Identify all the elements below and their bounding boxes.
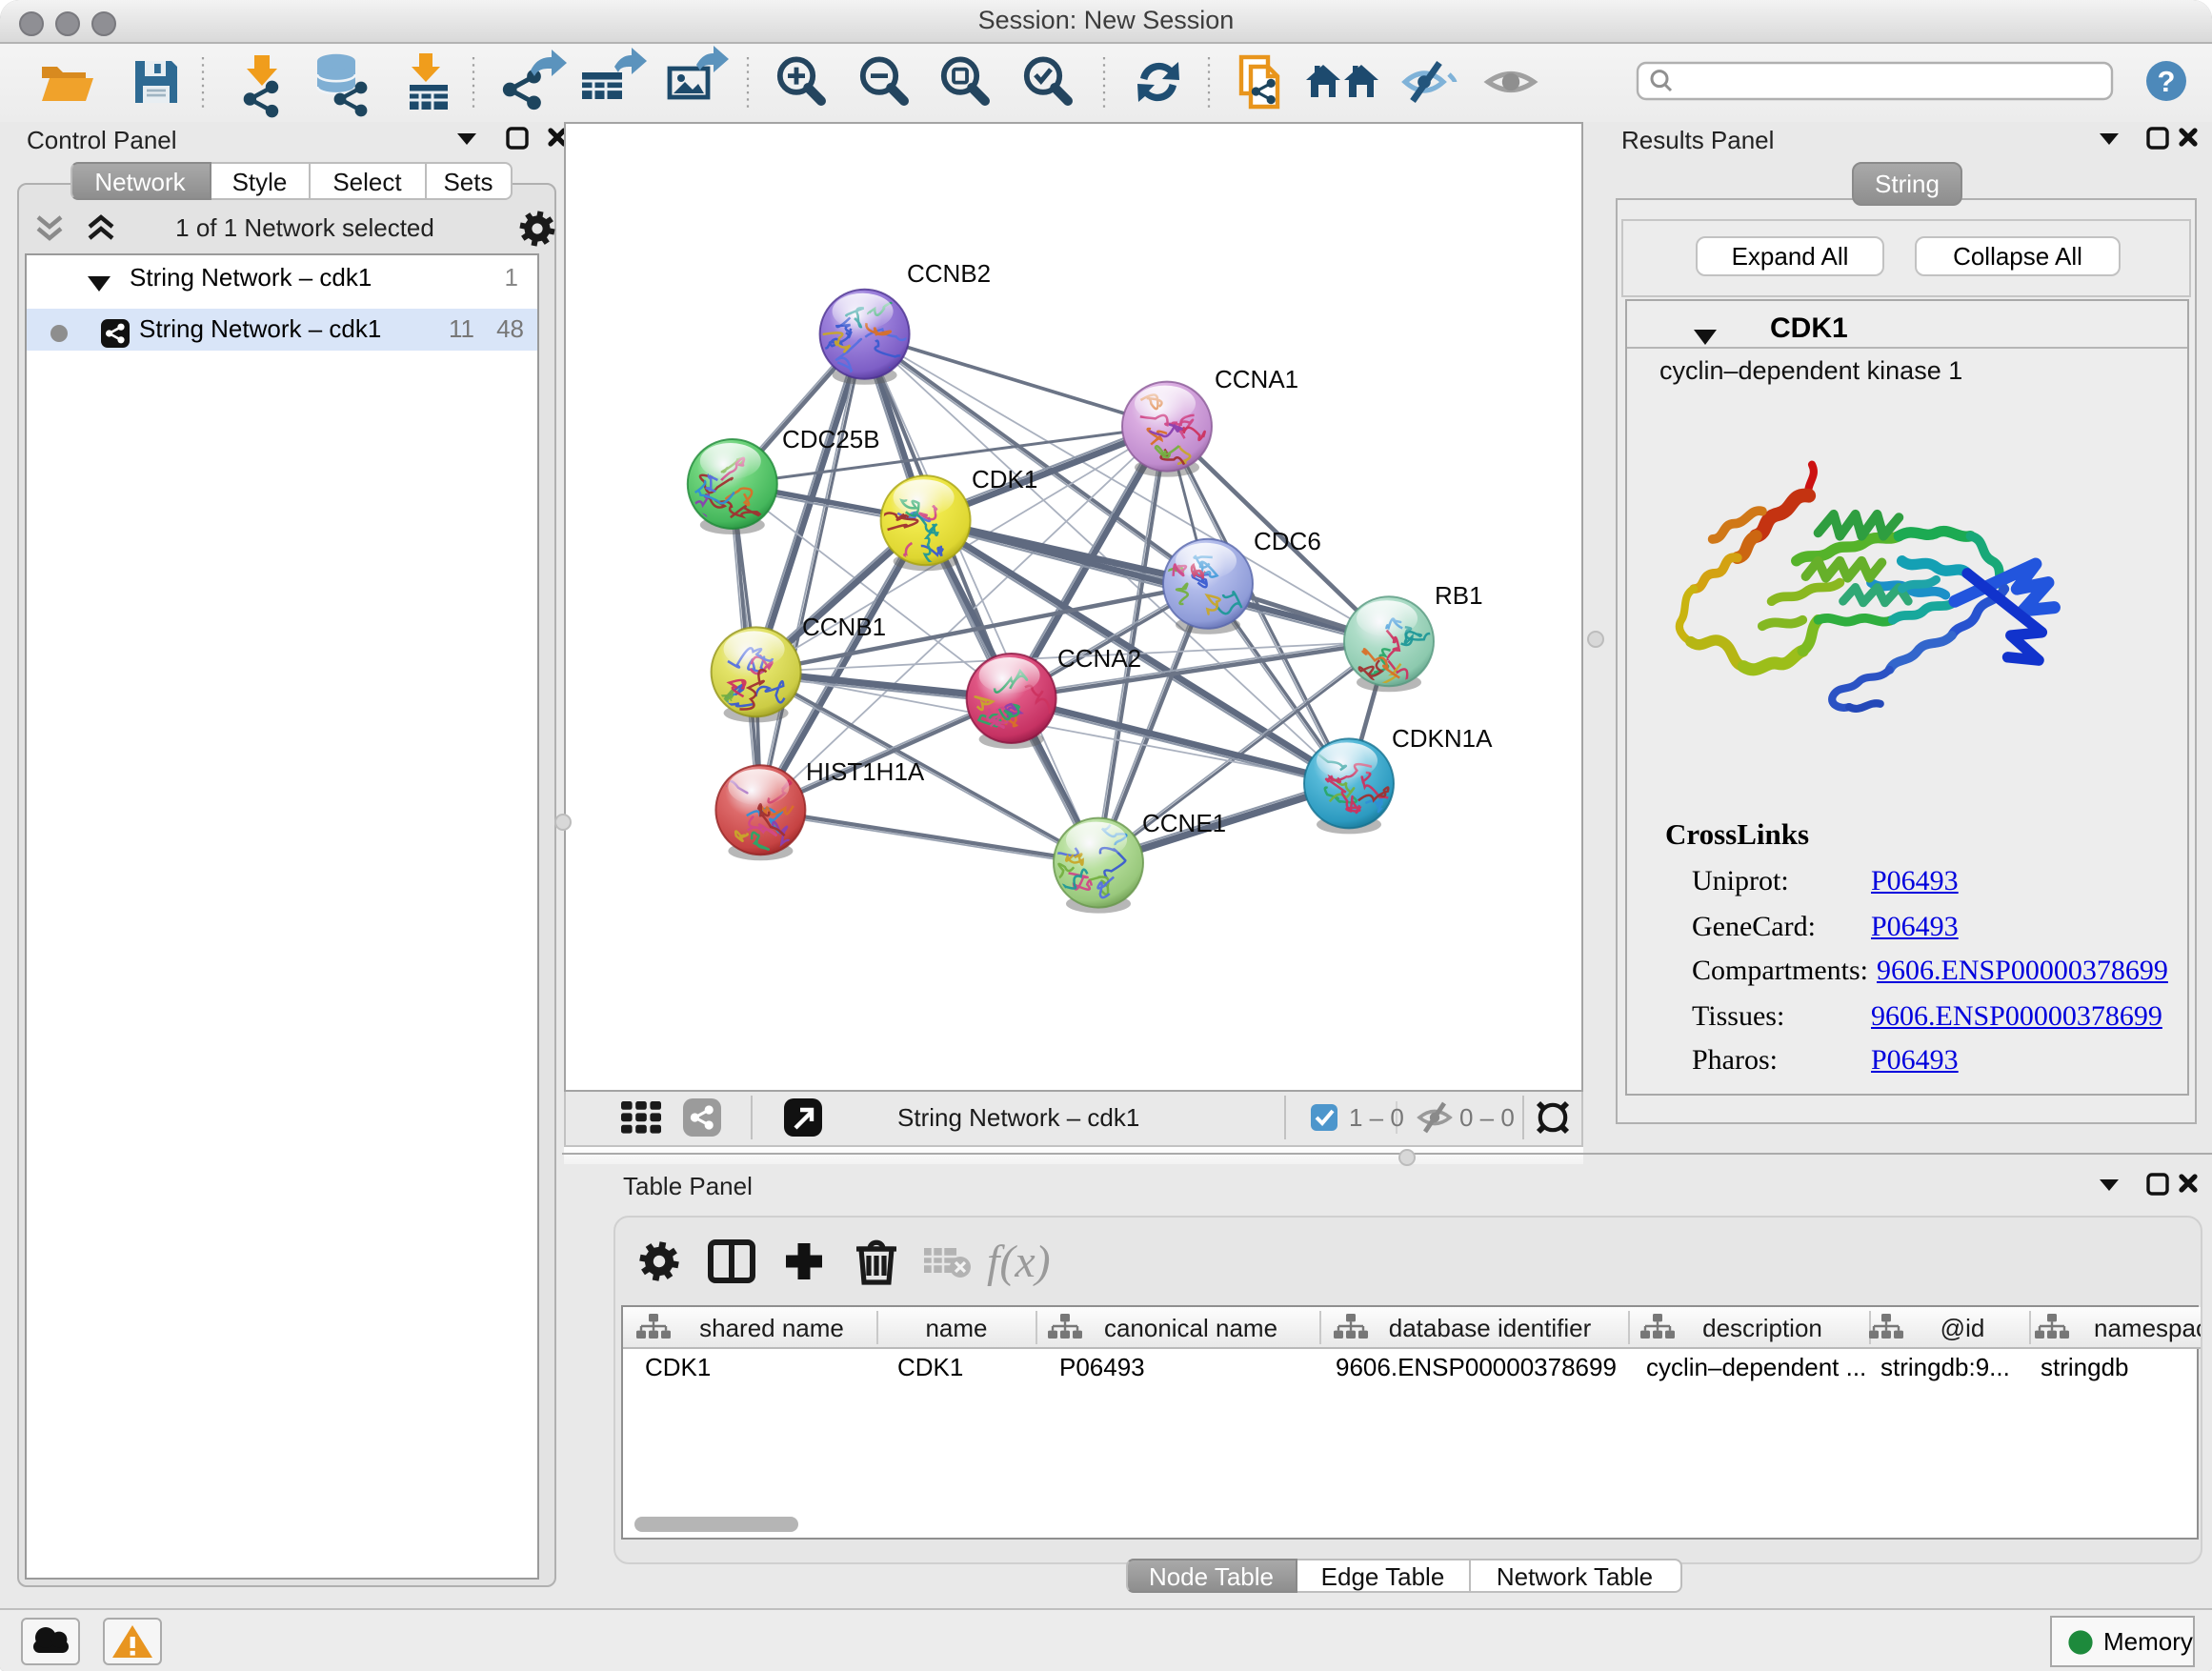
svg-text:String Network – cdk1: String Network – cdk1 (897, 1103, 1139, 1132)
svg-text:?: ? (2158, 65, 2176, 98)
svg-text:canonical name: canonical name (1104, 1314, 1277, 1342)
svg-text:HIST1H1A: HIST1H1A (806, 757, 925, 786)
svg-text:CCNB1: CCNB1 (802, 613, 886, 641)
svg-text:cyclin–dependent ...: cyclin–dependent ... (1646, 1353, 1866, 1381)
svg-text:namespace: namespace (2094, 1314, 2201, 1342)
svg-text:@id: @id (1941, 1314, 1985, 1342)
svg-text:CCNA2: CCNA2 (1057, 644, 1141, 673)
svg-text:CCNB2: CCNB2 (907, 259, 991, 288)
svg-text:CDK1: CDK1 (645, 1353, 711, 1381)
svg-text:stringdb: stringdb (2041, 1353, 2129, 1381)
svg-text:CDC6: CDC6 (1254, 527, 1321, 555)
svg-text:name: name (925, 1314, 987, 1342)
svg-text:f(x): f(x) (987, 1237, 1051, 1287)
svg-text:shared name: shared name (699, 1314, 844, 1342)
svg-text:CCNE1: CCNE1 (1142, 809, 1226, 837)
svg-text:0 – 0: 0 – 0 (1459, 1103, 1515, 1132)
svg-text:CCNA1: CCNA1 (1215, 365, 1298, 393)
svg-text:database identifier: database identifier (1389, 1314, 1592, 1342)
svg-text:P06493: P06493 (1059, 1353, 1145, 1381)
svg-text:description: description (1702, 1314, 1822, 1342)
svg-text:CDC25B: CDC25B (782, 425, 880, 453)
svg-text:1 – 0: 1 – 0 (1349, 1103, 1404, 1132)
svg-text:RB1: RB1 (1435, 581, 1483, 610)
svg-text:CDK1: CDK1 (897, 1353, 963, 1381)
svg-text:CDK1: CDK1 (972, 465, 1037, 493)
svg-text:stringdb:9...: stringdb:9... (1880, 1353, 2010, 1381)
svg-text:CDKN1A: CDKN1A (1392, 724, 1493, 753)
svg-text:9606.ENSP00000378699: 9606.ENSP00000378699 (1336, 1353, 1617, 1381)
